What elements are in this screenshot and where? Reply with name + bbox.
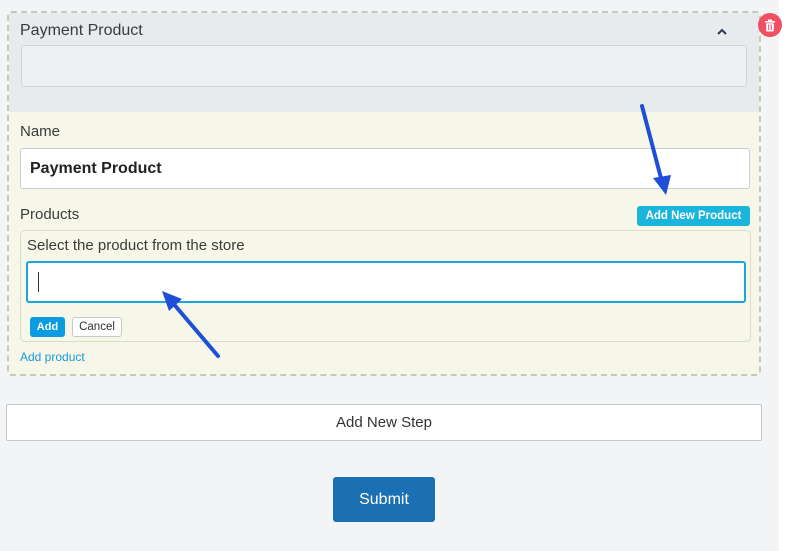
name-field[interactable]: Payment Product bbox=[20, 148, 750, 189]
product-search-input[interactable] bbox=[26, 261, 746, 303]
products-label: Products bbox=[20, 206, 80, 223]
step-description-box bbox=[21, 45, 747, 87]
submit-button[interactable]: Submit bbox=[333, 477, 435, 522]
trash-icon bbox=[765, 19, 775, 31]
chevron-up-icon[interactable] bbox=[715, 25, 729, 39]
add-new-product-button[interactable]: Add New Product bbox=[637, 206, 750, 226]
step-title: Payment Product bbox=[20, 22, 143, 39]
add-new-step-button[interactable]: Add New Step bbox=[6, 404, 762, 441]
page-right-edge bbox=[779, 0, 792, 551]
product-selector-panel: Select the product from the store Add Ca… bbox=[20, 230, 751, 342]
text-caret bbox=[38, 272, 39, 292]
step-header[interactable]: Payment Product bbox=[9, 13, 759, 112]
step-card: Payment Product Name Payment Product Pro… bbox=[7, 11, 782, 376]
product-selector-hint: Select the product from the store bbox=[27, 237, 245, 254]
add-button[interactable]: Add bbox=[30, 317, 65, 337]
name-label: Name bbox=[20, 123, 61, 140]
cancel-button[interactable]: Cancel bbox=[72, 317, 122, 337]
add-product-link[interactable]: Add product bbox=[20, 350, 85, 364]
delete-step-button[interactable] bbox=[758, 13, 782, 37]
